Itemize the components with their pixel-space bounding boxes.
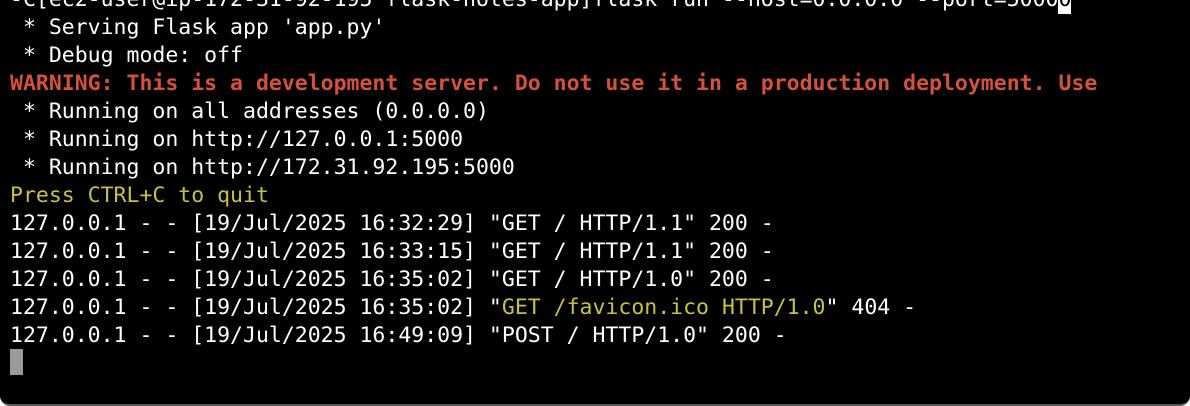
log-prefix: 127.0.0.1 - - [19/Jul/2025 16:35:02] " [10,295,502,320]
output-line: * Serving Flask app 'app.py' [10,15,386,40]
terminal-window[interactable]: -C[ec2-user@ip-172-31-92-195 flask-notes… [0,0,1190,406]
log-line: 127.0.0.1 - - [19/Jul/2025 16:32:29] "GE… [10,211,774,236]
log-line: 127.0.0.1 - - [19/Jul/2025 16:35:02] "GE… [10,267,774,292]
quit-hint: Press CTRL+C to quit [10,183,269,208]
command-line: -C[ec2-user@ip-172-31-92-195 flask-notes… [10,0,1072,14]
log-request: GET /favicon.ico HTTP/1.0 [501,295,826,320]
command-text: -C[ec2-user@ip-172-31-92-195 flask-notes… [10,0,1058,12]
output-line: * Running on http://127.0.0.1:5000 [10,127,464,152]
log-line: 127.0.0.1 - - [19/Jul/2025 16:33:15] "GE… [10,239,774,264]
selection-cursor: 0 [1058,0,1072,14]
output-line: * Running on all addresses (0.0.0.0) [10,99,489,124]
log-line-favicon: 127.0.0.1 - - [19/Jul/2025 16:35:02] "GE… [10,294,916,322]
warning-line: WARNING: This is a development server. D… [10,71,1098,96]
text-cursor [10,349,23,375]
output-line: * Debug mode: off [10,43,243,68]
log-suffix: " 404 - [825,295,917,320]
log-line: 127.0.0.1 - - [19/Jul/2025 16:49:09] "PO… [10,323,787,348]
output-line: * Running on http://172.31.92.195:5000 [10,155,515,180]
